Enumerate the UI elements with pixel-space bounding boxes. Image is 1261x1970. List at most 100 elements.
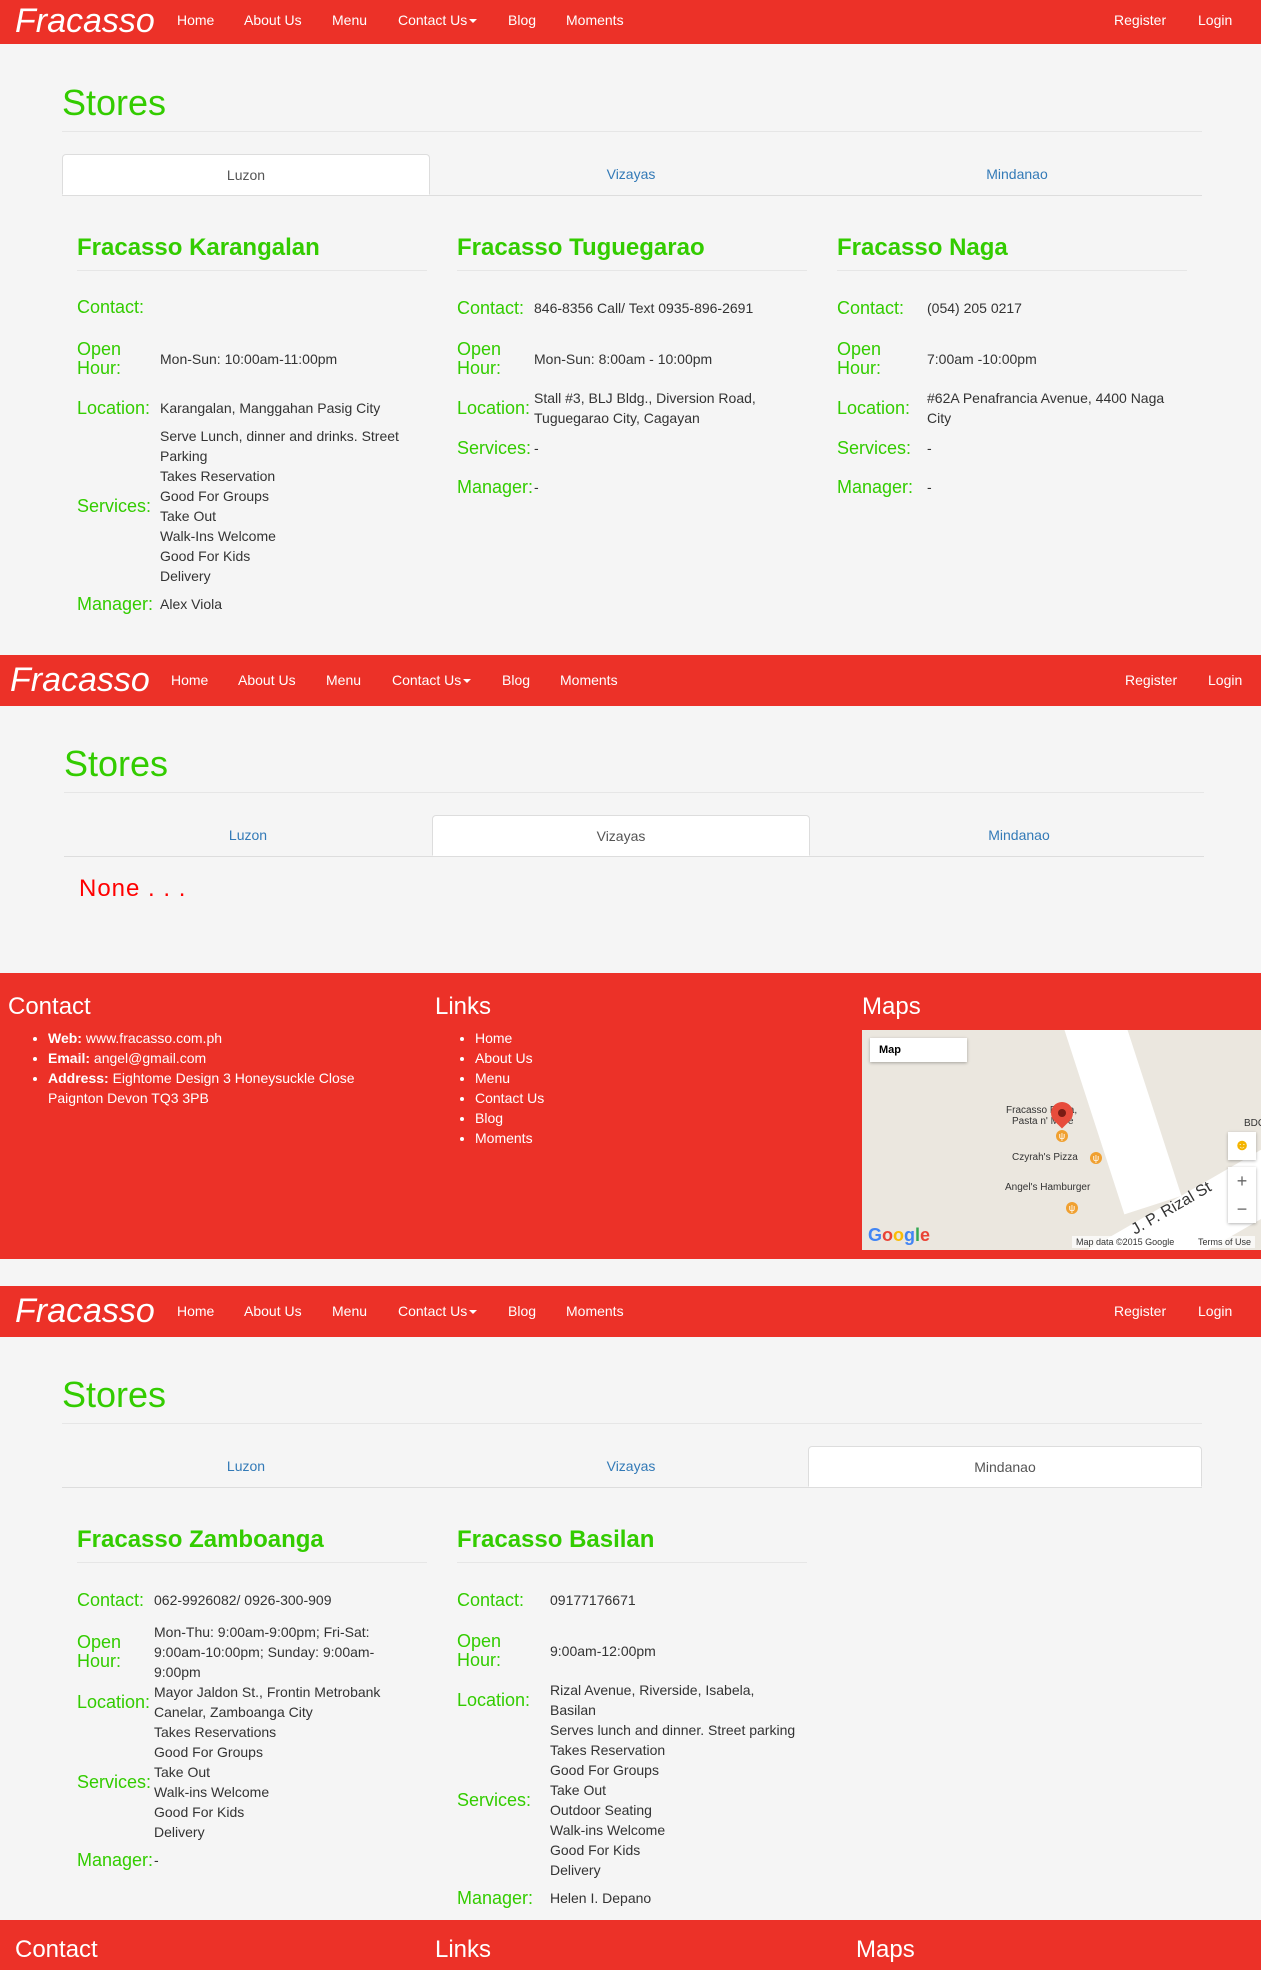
nav-menu[interactable]: Menu [326,672,361,688]
nav-contact-us-label: Contact Us [392,672,462,688]
map-type-control: Map Satellite [870,1038,968,1062]
location-value: #62A Penafrancia Avenue, 4400 Naga City [927,390,1165,426]
restaurant-icon[interactable]: ψ [1066,1202,1078,1214]
footer-link-home[interactable]: Home [475,1028,544,1048]
nav-contact-us[interactable]: Contact Us [398,12,478,28]
nav-about-us[interactable]: About Us [244,1303,302,1319]
footer-contact-list: Web: www.fracasso.com.ph Email: angel@gm… [8,1028,355,1108]
open-hour-value: Mon-Sun: 8:00am - 10:00pm [534,351,713,367]
nav-login[interactable]: Login [1198,12,1232,28]
restaurant-icon[interactable]: ψ [1056,1130,1068,1142]
nav-home[interactable]: Home [177,1303,214,1319]
zoom-out-button[interactable]: − [1228,1195,1256,1223]
contact-label: Contact: [457,297,525,318]
location-label: Location: [457,397,531,418]
nav-login[interactable]: Login [1198,1303,1232,1319]
page-title: Stores [62,1374,167,1415]
footer-contact-title: Contact [15,1936,98,1963]
store-card: Fracasso Naga Contact: (054) 205 0217 Ope… [837,234,1187,514]
manager-label: Manager: [837,476,914,497]
map-terms-link[interactable]: Terms of Use [1194,1236,1256,1248]
footer-web-link[interactable]: www.fracasso.com.ph [86,1030,222,1046]
empty-state-text: None . . . [79,875,187,902]
services-value: Serves lunch and dinner. Street parking T… [550,1722,796,1878]
map-place-label: Angel's Hamburger [1005,1182,1091,1193]
brand-logo[interactable]: Fracasso [10,661,150,700]
restaurant-icon[interactable]: ψ [1090,1152,1102,1164]
map-type-satellite-button[interactable]: Satellite [910,1038,967,1062]
nav-about-us[interactable]: About Us [238,672,296,688]
footer-link-moments[interactable]: Moments [475,1128,544,1148]
tab-mindanao[interactable]: Mindanao [830,815,1208,855]
footer-link-about-us[interactable]: About Us [475,1048,544,1068]
manager-value: Helen I. Depano [550,1890,652,1906]
nav-contact-us[interactable]: Contact Us [392,672,472,688]
tab-mindanao[interactable]: Mindanao [808,1446,1202,1487]
tab-luzon[interactable]: Luzon [62,154,430,195]
nav-blog[interactable]: Blog [502,672,530,688]
nav-register[interactable]: Register [1114,1303,1166,1319]
nav-about-us[interactable]: About Us [244,12,302,28]
caret-down-icon [469,19,478,24]
manager-label: Manager: [77,1849,154,1870]
nav-login[interactable]: Login [1208,672,1242,688]
page-title: Stores [62,82,167,123]
footer-link-contact-us[interactable]: Contact Us [475,1088,544,1108]
nav-moments[interactable]: Moments [560,672,618,688]
nav-register[interactable]: Register [1125,672,1177,688]
store-card: Fracasso Karangalan Contact: Open Hour: Mo… [77,234,427,624]
nav-moments[interactable]: Moments [566,1303,624,1319]
map-place-label: Czyrah's Pizza [1012,1152,1078,1163]
navbar: Fracasso Home About Us Menu Contact Us B… [0,1286,1261,1337]
open-hour-value: Mon-Thu: 9:00am-9:00pm; Fri-Sat: 9:00am-1… [154,1624,375,1680]
footer-links-title: Links [435,1936,492,1963]
contact-value: 846-8356 Call/ Text 0935-896-2691 [534,300,754,316]
store-card: Fracasso Basilan Contact: 09177176671 Ope… [457,1526,807,1916]
zoom-control: + − [1228,1167,1256,1223]
brand-logo[interactable]: Fracasso [15,2,155,41]
footer-web: Web: www.fracasso.com.ph [48,1028,355,1048]
tab-vizayas[interactable]: Vizayas [432,815,810,856]
nav-home[interactable]: Home [171,672,208,688]
caret-down-icon [463,679,472,684]
divider [62,131,1202,132]
open-hour-value: 7:00am -10:00pm [927,351,1037,367]
footer-link-menu[interactable]: Menu [475,1068,544,1088]
nav-menu[interactable]: Menu [332,12,367,28]
tab-luzon[interactable]: Luzon [62,1446,430,1486]
street-view-pegman-icon[interactable]: ☻ [1228,1132,1256,1160]
google-map[interactable]: Map Satellite Fracasso Pizza, Pasta n' M… [862,1030,1261,1250]
region-tabs: Luzon Vizayas Mindanao [62,154,1202,196]
open-hour-label: Open Hour: [77,339,122,378]
nav-moments[interactable]: Moments [566,12,624,28]
services-label: Services: [77,495,152,516]
brand-logo[interactable]: Fracasso [15,1292,155,1331]
map-attribution: Map data ©2015 Google [1072,1236,1179,1248]
manager-value: Alex Viola [160,596,223,612]
caret-down-icon [469,1310,478,1315]
tab-vizayas[interactable]: Vizayas [442,1446,820,1486]
services-value: Takes Reservations Good For Groups Take Ou… [154,1724,277,1840]
footer-link-blog[interactable]: Blog [475,1108,544,1128]
divider [64,792,1204,793]
tab-vizayas[interactable]: Vizayas [442,154,820,194]
footer-email-link[interactable]: angel@gmail.com [94,1050,206,1066]
nav-home[interactable]: Home [177,12,214,28]
services-label: Services: [457,437,532,458]
services-value: Serve Lunch, dinner and drinks. Street Pa… [160,428,399,584]
contact-label: Contact: [77,297,145,317]
tab-mindanao[interactable]: Mindanao [828,154,1206,194]
open-hour-label: Open Hour: [837,339,882,378]
nav-contact-us[interactable]: Contact Us [398,1303,478,1319]
nav-blog[interactable]: Blog [508,1303,536,1319]
location-label: Location: [77,1691,151,1712]
nav-menu[interactable]: Menu [332,1303,367,1319]
map-type-map-button[interactable]: Map [870,1038,910,1062]
manager-value: - [534,479,539,495]
nav-blog[interactable]: Blog [508,12,536,28]
contact-value: 062-9926082/ 0926-300-909 [154,1592,332,1608]
zoom-in-button[interactable]: + [1228,1167,1256,1195]
nav-register[interactable]: Register [1114,12,1166,28]
map-place-label: BDO [1244,1118,1261,1129]
tab-luzon[interactable]: Luzon [64,815,432,855]
